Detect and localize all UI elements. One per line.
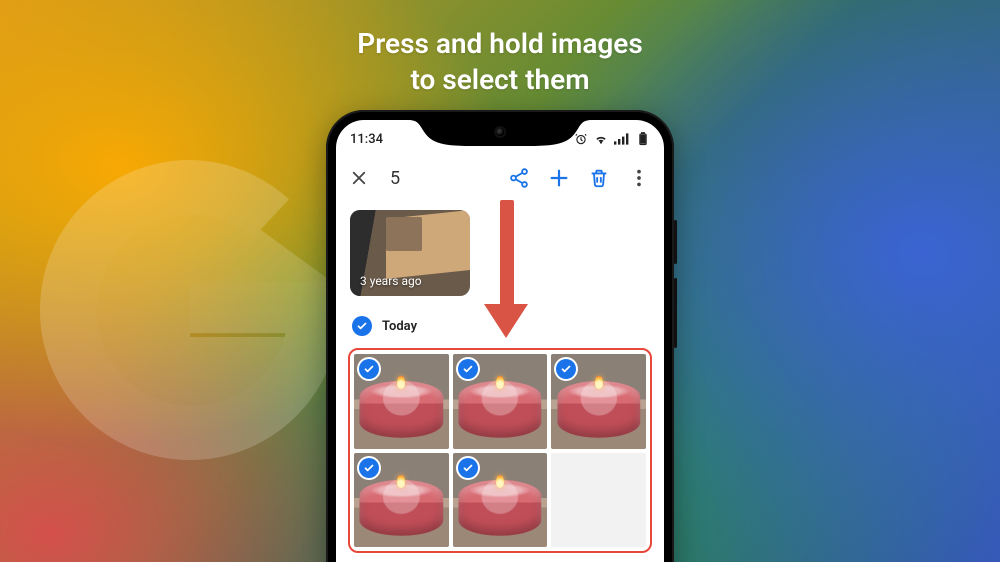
add-button[interactable]	[548, 167, 570, 189]
section-check-icon[interactable]	[352, 316, 372, 336]
thumb-check-icon[interactable]	[359, 458, 379, 478]
photo-thumb[interactable]	[551, 354, 646, 449]
photo-thumb[interactable]	[354, 354, 449, 449]
more-options-button[interactable]	[628, 167, 650, 189]
phone-frame: 11:34	[326, 110, 674, 562]
wifi-icon	[594, 132, 608, 146]
google-g-watermark	[40, 160, 340, 460]
photo-thumb-empty	[551, 453, 646, 548]
headline-line1: Press and hold images	[0, 26, 1000, 62]
photo-thumb[interactable]	[453, 354, 548, 449]
alarm-icon	[574, 132, 588, 146]
thumb-check-icon[interactable]	[458, 458, 478, 478]
headline-line2: to select them	[0, 62, 1000, 98]
selection-highlight-box	[348, 348, 652, 553]
photo-thumb[interactable]	[354, 453, 449, 548]
thumb-check-icon[interactable]	[359, 359, 379, 379]
selection-toolbar: 5	[336, 154, 664, 202]
tutorial-slide: Press and hold images to select them 11:…	[0, 0, 1000, 562]
photo-grid	[354, 354, 646, 547]
memory-card[interactable]: 3 years ago	[350, 210, 470, 296]
selection-count: 5	[390, 168, 400, 189]
section-label: Today	[382, 319, 417, 334]
photo-thumb[interactable]	[453, 453, 548, 548]
phone-screen: 11:34	[336, 120, 664, 562]
status-time: 11:34	[350, 132, 383, 147]
instruction-headline: Press and hold images to select them	[0, 26, 1000, 98]
section-header-sunday[interactable]: Sunday	[336, 553, 664, 562]
close-selection-button[interactable]	[350, 169, 368, 187]
battery-icon	[636, 132, 650, 146]
share-button[interactable]	[508, 167, 530, 189]
memory-card-label: 3 years ago	[360, 274, 422, 288]
section-header-today[interactable]: Today	[336, 310, 664, 346]
status-bar: 11:34	[336, 124, 664, 154]
thumb-check-icon[interactable]	[458, 359, 478, 379]
delete-button[interactable]	[588, 167, 610, 189]
signal-icon	[614, 132, 630, 146]
